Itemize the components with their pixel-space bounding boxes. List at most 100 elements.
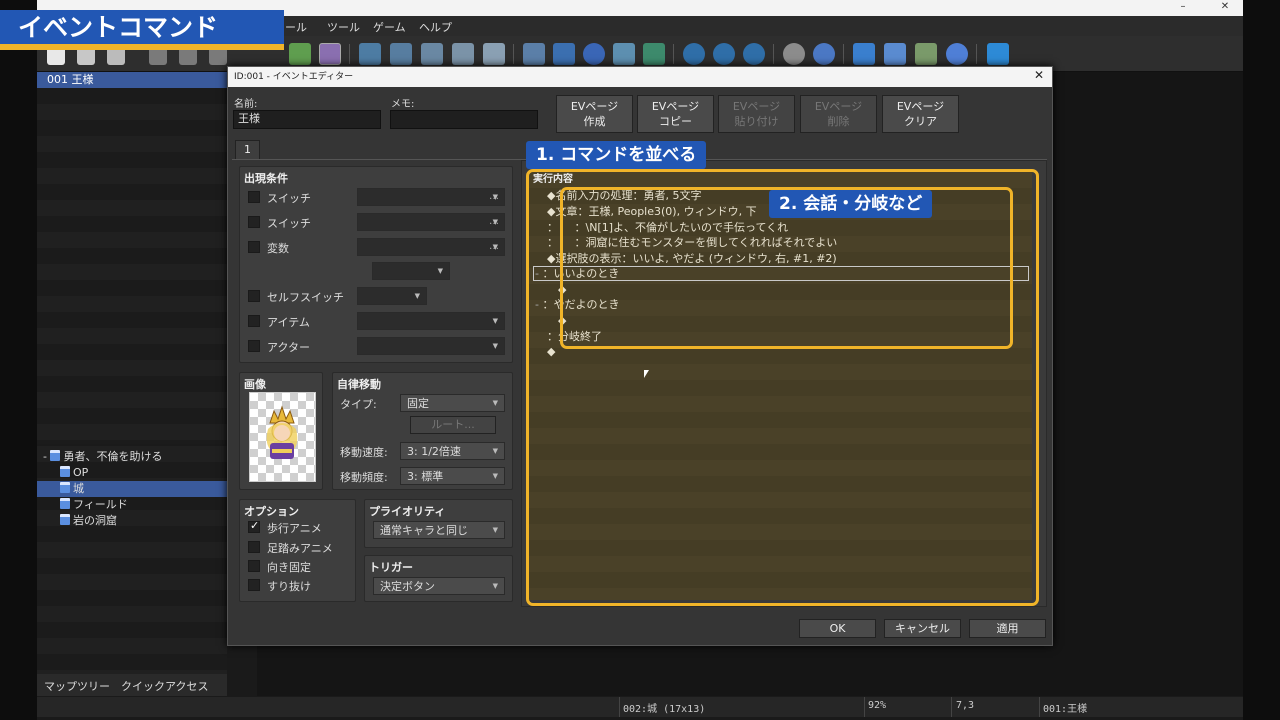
item-checkbox[interactable] [248, 315, 260, 327]
separator [513, 44, 514, 64]
name-label: 名前: [234, 99, 258, 110]
collapse-icon[interactable]: - [43, 450, 50, 463]
rectangle-icon[interactable] [553, 43, 575, 65]
playtest-icon[interactable] [987, 43, 1009, 65]
layer3-icon[interactable] [421, 43, 443, 65]
self-switch-checkbox[interactable] [248, 290, 260, 302]
ev-page-create-button[interactable]: EVページ 作成 [556, 95, 633, 133]
button-line: EVページ [814, 100, 863, 113]
switch2-checkbox[interactable] [248, 216, 260, 228]
search-event-icon[interactable] [946, 43, 968, 65]
annotation-arrange-commands: 1. コマンドを並べる [526, 141, 707, 169]
route-button[interactable]: ルート... [410, 416, 496, 434]
close-icon[interactable]: ✕ [1034, 68, 1044, 82]
menu-game[interactable]: ゲーム [373, 19, 406, 35]
map-tree-item[interactable]: フィールド [60, 497, 128, 513]
fill-icon[interactable] [613, 43, 635, 65]
ev-page-clear-button[interactable]: EVページ クリア [882, 95, 959, 133]
ev-page-copy-button[interactable]: EVページ コピー [637, 95, 714, 133]
apply-button[interactable]: 適用 [969, 619, 1046, 638]
close-window-icon[interactable]: ✕ [1207, 0, 1243, 16]
sound-icon[interactable] [853, 43, 875, 65]
divider [1039, 697, 1040, 717]
project-icon [50, 450, 61, 461]
variable-value-stepper[interactable] [372, 262, 450, 280]
map-tree-item[interactable]: OP [60, 465, 88, 481]
more-icon: … [489, 216, 499, 227]
memo-field[interactable] [390, 110, 538, 129]
plugin-icon[interactable] [813, 43, 835, 65]
walking-anim-checkbox[interactable] [248, 519, 260, 533]
map-tree-item[interactable]: 岩の洞窟 [60, 513, 117, 529]
ev-page-paste-button[interactable]: EVページ 貼り付け [718, 95, 795, 133]
variable-select[interactable]: … [357, 238, 505, 256]
zoom-out-icon[interactable] [713, 43, 735, 65]
more-icon: … [489, 191, 499, 202]
pencil-icon[interactable] [523, 43, 545, 65]
event-mode-icon[interactable] [319, 43, 341, 65]
menu-tools[interactable]: ツール [327, 19, 360, 35]
database-icon[interactable] [783, 43, 805, 65]
variable-checkbox[interactable] [248, 241, 260, 253]
ellipse-icon[interactable] [583, 43, 605, 65]
separator [976, 44, 977, 64]
move-type-label: タイプ: [340, 398, 377, 411]
tutorial-title-badge: イベントコマンド [0, 10, 284, 50]
more-icon: … [489, 241, 499, 252]
switch1-checkbox[interactable] [248, 191, 260, 203]
ok-button[interactable]: OK [799, 619, 876, 638]
separator [843, 44, 844, 64]
switch1-select[interactable]: … [357, 188, 505, 206]
cancel-button[interactable]: キャンセル [884, 619, 961, 638]
name-field[interactable]: 王様 [233, 110, 381, 129]
annotation-dialogue-branch: 2. 会話・分岐など [769, 190, 933, 218]
stepping-anim-checkbox[interactable] [248, 541, 260, 553]
button-line: EVページ [570, 100, 619, 113]
layer5-icon[interactable] [483, 43, 505, 65]
separator [673, 44, 674, 64]
map-tree-item-label: 岩の洞窟 [73, 514, 117, 527]
separator [773, 44, 774, 64]
move-freq-label: 移動頻度: [340, 471, 388, 484]
actor-checkbox[interactable] [248, 340, 260, 352]
menu-item[interactable]: ール [285, 19, 307, 35]
zoom-reset-icon[interactable] [743, 43, 765, 65]
layer1-icon[interactable] [359, 43, 381, 65]
resource-manager-icon[interactable] [915, 43, 937, 65]
through-checkbox[interactable] [248, 579, 260, 591]
button-line: 貼り付け [734, 115, 779, 128]
menu-help[interactable]: ヘルプ [419, 19, 452, 35]
shadow-pen-icon[interactable] [643, 43, 665, 65]
move-freq-select[interactable]: 3: 標準 [400, 467, 505, 485]
actor-label: アクター [267, 341, 311, 354]
priority-select[interactable]: 通常キャラと同じ [373, 521, 505, 539]
ev-page-delete-button[interactable]: EVページ 削除 [800, 95, 877, 133]
self-switch-select[interactable] [357, 287, 427, 305]
trigger-title: トリガー [369, 561, 413, 574]
tab-quick-access[interactable]: クイックアクセス [121, 678, 208, 694]
character-image[interactable] [249, 392, 316, 482]
status-zoom: 92% [868, 700, 887, 711]
map-tree-root[interactable]: - 勇者、不倫を助ける [43, 449, 162, 465]
map-list-selected-row[interactable]: 001 王様 [37, 72, 227, 88]
button-line: コピー [659, 115, 692, 128]
character-generator-icon[interactable] [884, 43, 906, 65]
layer2-icon[interactable] [390, 43, 412, 65]
page-tab-1[interactable]: 1 [235, 140, 260, 160]
direction-fix-checkbox[interactable] [248, 560, 260, 572]
tab-map-tree[interactable]: マップツリー [44, 678, 110, 694]
zoom-in-icon[interactable] [683, 43, 705, 65]
layer4-icon[interactable] [452, 43, 474, 65]
item-select[interactable] [357, 312, 505, 330]
map-mode-icon[interactable] [289, 43, 311, 65]
map-tree-item-selected[interactable]: 城 [37, 481, 227, 497]
actor-select[interactable] [357, 337, 505, 355]
divider [951, 697, 952, 717]
move-type-select[interactable]: 固定 [400, 394, 505, 412]
switch2-select[interactable]: … [357, 213, 505, 231]
map-icon [60, 482, 70, 493]
move-speed-select[interactable]: 3: 1/2倍速 [400, 442, 505, 460]
variable-label: 変数 [267, 242, 289, 255]
maximize-icon[interactable] [1169, 0, 1205, 16]
trigger-select[interactable]: 決定ボタン [373, 577, 505, 595]
